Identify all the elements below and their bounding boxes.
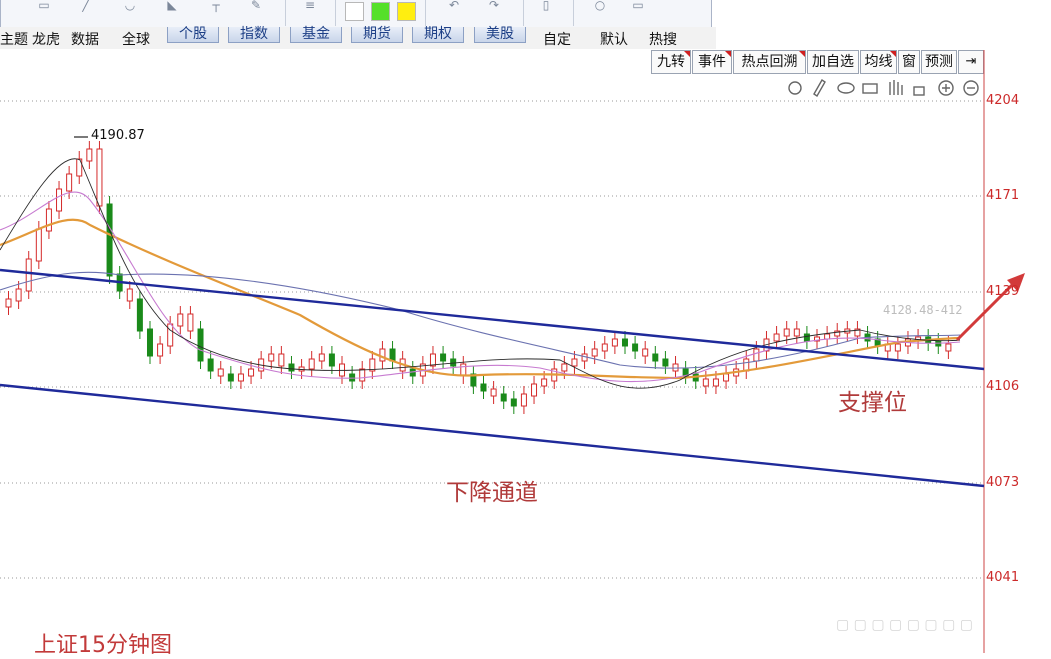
candle-body bbox=[288, 363, 295, 372]
support-annotation: 支撑位 bbox=[838, 390, 907, 416]
moving-average-lines bbox=[0, 158, 961, 389]
candle-body bbox=[308, 358, 315, 370]
candlestick-chart bbox=[0, 50, 1025, 653]
candle-body bbox=[945, 343, 952, 352]
candle-body bbox=[480, 383, 487, 392]
price-tick-label: 4106 bbox=[986, 379, 1020, 394]
candle-body bbox=[298, 366, 305, 372]
candle-body bbox=[177, 313, 184, 327]
candle-body bbox=[541, 378, 548, 387]
ma-blue-line bbox=[0, 271, 961, 369]
candle-body bbox=[621, 338, 628, 347]
candle-body bbox=[56, 188, 63, 212]
candle-body bbox=[632, 343, 639, 352]
candle-body bbox=[35, 228, 42, 262]
candle-body bbox=[773, 333, 780, 342]
price-tick-label: 4139 bbox=[986, 284, 1020, 299]
price-readout: 4128.48-412 bbox=[883, 303, 963, 317]
settings-icon[interactable] bbox=[788, 81, 802, 95]
candle-body bbox=[894, 343, 901, 352]
channel-lower-line bbox=[0, 383, 985, 488]
candle-body bbox=[642, 348, 649, 357]
candle-body bbox=[783, 328, 790, 337]
candle-body bbox=[723, 373, 730, 382]
ma-black-line bbox=[0, 158, 961, 389]
candle-body bbox=[429, 353, 436, 367]
candle-body bbox=[824, 333, 831, 340]
chart-tool-icons bbox=[788, 79, 979, 97]
candle-body bbox=[672, 363, 679, 372]
candle-body bbox=[278, 353, 285, 367]
candle-body bbox=[25, 258, 32, 292]
candle-body bbox=[359, 368, 366, 382]
candle-body bbox=[146, 328, 153, 357]
candle-body bbox=[712, 378, 719, 387]
candle-body bbox=[248, 368, 255, 377]
candle-body bbox=[217, 368, 224, 377]
peak-price-label: 4190.87 bbox=[91, 128, 145, 143]
candle-body bbox=[328, 353, 335, 367]
zoom-in-icon[interactable] bbox=[942, 84, 950, 92]
candle-body bbox=[520, 393, 527, 407]
chart-caption: 上证15分钟图 bbox=[34, 633, 172, 658]
candle-body bbox=[591, 348, 598, 357]
lock-icon[interactable] bbox=[913, 86, 925, 96]
candle-body bbox=[237, 373, 244, 382]
candle-body bbox=[318, 353, 325, 362]
candle-body bbox=[86, 148, 93, 162]
candle-body bbox=[15, 288, 22, 302]
hand-icon[interactable] bbox=[889, 80, 903, 95]
candle-body bbox=[126, 288, 133, 302]
candle-body bbox=[460, 363, 467, 377]
candle-body bbox=[227, 373, 234, 382]
candle-body bbox=[157, 343, 164, 357]
ma-orange-line bbox=[0, 218, 961, 380]
candle-body bbox=[349, 373, 356, 382]
candle-body bbox=[753, 348, 760, 362]
candle-body bbox=[793, 328, 800, 337]
candle-body bbox=[611, 338, 618, 347]
candle-body bbox=[207, 358, 214, 372]
candle-body bbox=[652, 353, 659, 362]
candle-body bbox=[197, 328, 204, 362]
price-tick-label: 4171 bbox=[986, 188, 1020, 203]
eye-icon[interactable] bbox=[837, 82, 855, 94]
price-tick-label: 4204 bbox=[986, 93, 1020, 108]
candle-body bbox=[66, 173, 73, 192]
candle-body bbox=[440, 353, 447, 362]
watermark: ▢ ▢ ▢ ▢ ▢ ▢ ▢ ▢ bbox=[836, 617, 973, 633]
candle-body bbox=[268, 353, 275, 362]
candle-body bbox=[490, 388, 497, 397]
candle-body bbox=[561, 363, 568, 372]
candle-body bbox=[136, 298, 143, 332]
candle-body bbox=[510, 398, 517, 407]
candle-body bbox=[106, 203, 113, 277]
candle-body bbox=[601, 343, 608, 352]
candle-body bbox=[96, 148, 103, 207]
candle-body bbox=[187, 313, 194, 332]
candle-body bbox=[662, 358, 669, 367]
price-tick-label: 4073 bbox=[986, 475, 1020, 490]
candle-body bbox=[803, 333, 810, 342]
price-tick-label: 4041 bbox=[986, 570, 1020, 585]
candle-body bbox=[500, 393, 507, 402]
candles bbox=[5, 141, 952, 414]
candle-body bbox=[5, 298, 12, 308]
pen-icon[interactable] bbox=[813, 79, 826, 97]
candle-body bbox=[45, 208, 52, 232]
channel-annotation: 下降通道 bbox=[446, 480, 538, 506]
candle-body bbox=[571, 358, 578, 367]
candle-body bbox=[167, 323, 174, 347]
cart-icon[interactable] bbox=[862, 83, 878, 94]
candle-body bbox=[531, 383, 538, 397]
candle-body bbox=[702, 378, 709, 387]
candle-body bbox=[379, 348, 386, 362]
